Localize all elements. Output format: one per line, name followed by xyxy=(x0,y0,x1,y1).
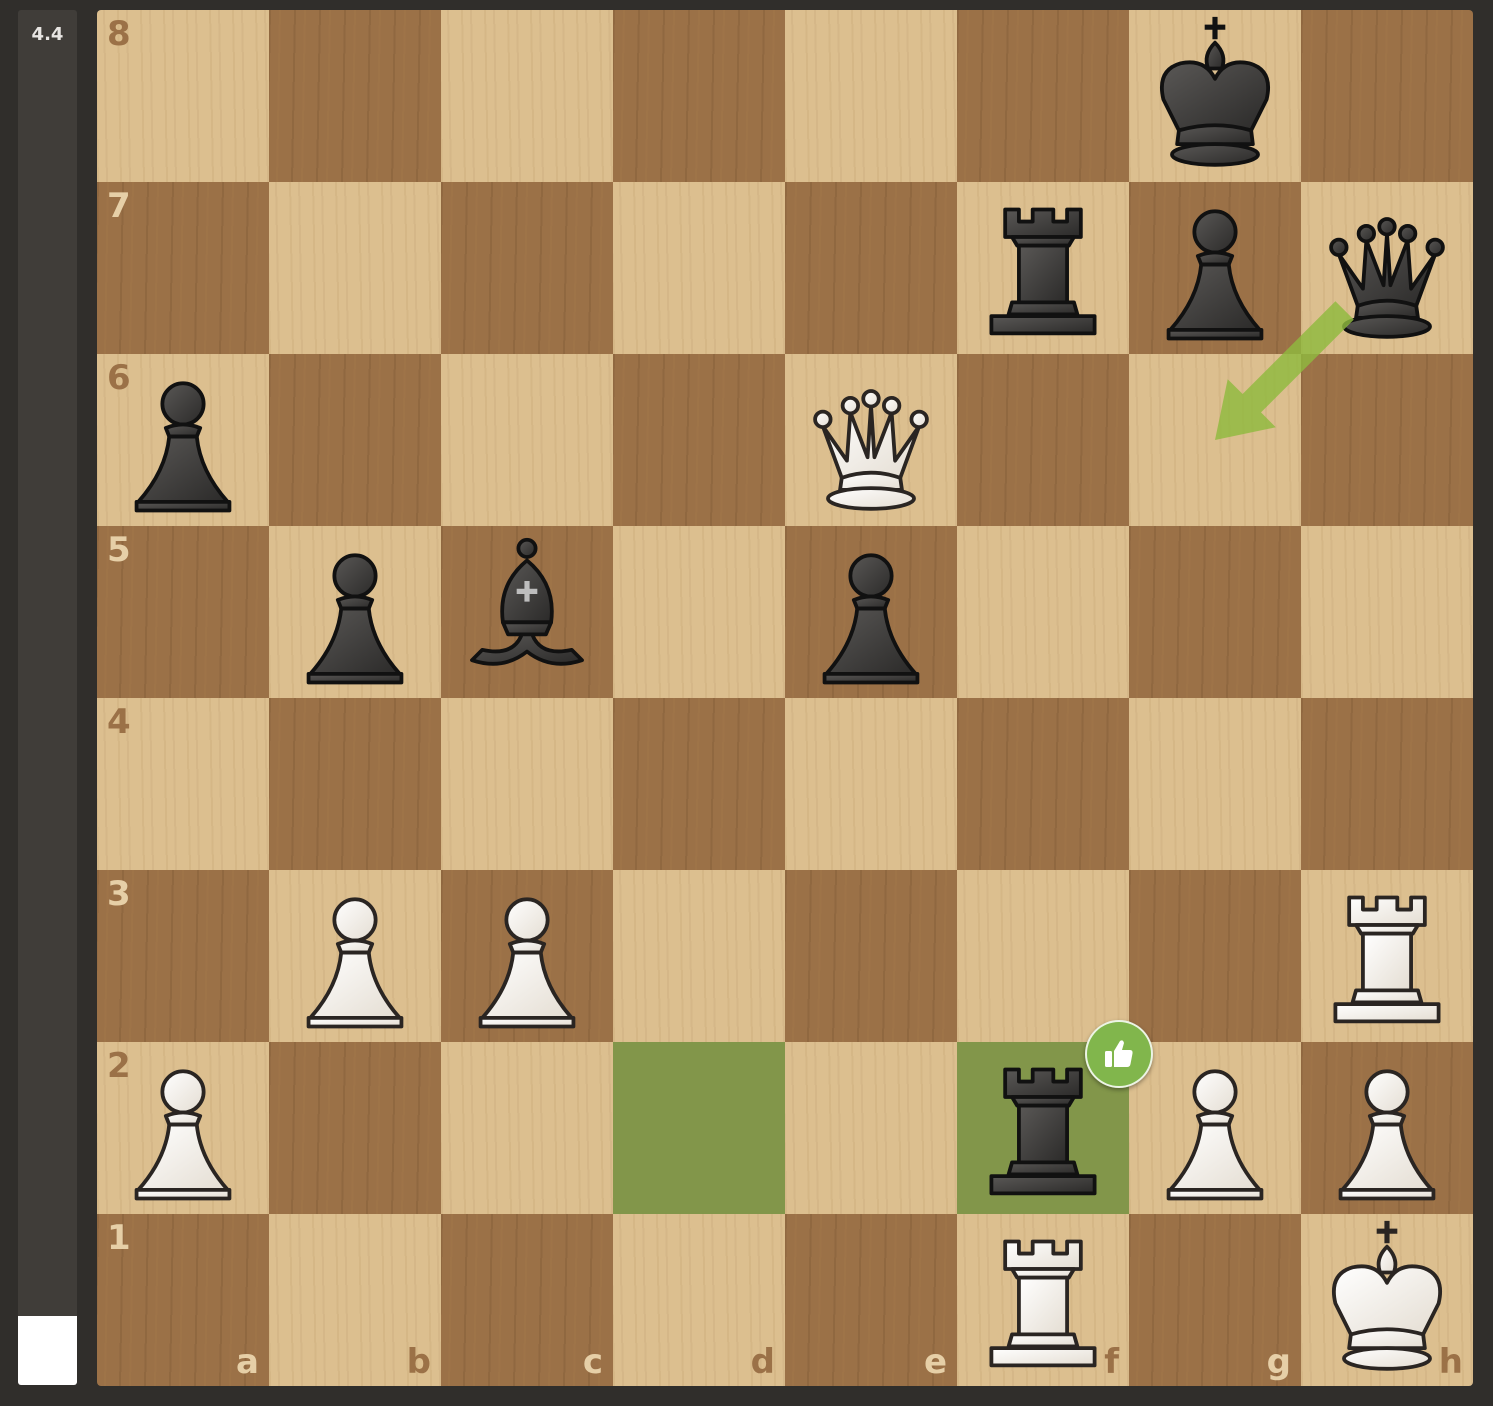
square-g1[interactable]: g xyxy=(1129,1214,1301,1386)
square-h4[interactable] xyxy=(1301,698,1473,870)
evaluation-bar-white-fill xyxy=(18,1316,77,1385)
white-king-h1[interactable] xyxy=(1301,1214,1473,1386)
white-pawn-b3[interactable] xyxy=(269,870,441,1042)
white-pawn-g2[interactable] xyxy=(1129,1042,1301,1214)
rank-label: 7 xyxy=(107,186,131,226)
chess-board[interactable]: 87654321abcdefgh xyxy=(97,10,1473,1386)
square-b6[interactable] xyxy=(269,354,441,526)
square-a5[interactable]: 5 xyxy=(97,526,269,698)
square-f4[interactable] xyxy=(957,698,1129,870)
good-move-badge xyxy=(1085,1020,1153,1088)
square-c1[interactable]: c xyxy=(441,1214,613,1386)
square-f6[interactable] xyxy=(957,354,1129,526)
evaluation-bar: 4.4 xyxy=(18,10,77,1385)
square-b8[interactable] xyxy=(269,10,441,182)
square-e8[interactable] xyxy=(785,10,957,182)
square-a1[interactable]: 1a xyxy=(97,1214,269,1386)
thumbs-up-icon xyxy=(1105,1040,1133,1067)
rank-label: 3 xyxy=(107,874,131,914)
square-a3[interactable]: 3 xyxy=(97,870,269,1042)
square-c4[interactable] xyxy=(441,698,613,870)
black-rook-f7[interactable] xyxy=(957,182,1129,354)
black-bishop-c5[interactable] xyxy=(441,526,613,698)
square-g6[interactable] xyxy=(1129,354,1301,526)
white-rook-f1[interactable] xyxy=(957,1214,1129,1386)
square-f5[interactable] xyxy=(957,526,1129,698)
square-e3[interactable] xyxy=(785,870,957,1042)
square-e4[interactable] xyxy=(785,698,957,870)
rank-label: 1 xyxy=(107,1218,131,1258)
white-pawn-h2[interactable] xyxy=(1301,1042,1473,1214)
black-king-g8[interactable] xyxy=(1129,10,1301,182)
file-label: b xyxy=(406,1342,431,1382)
white-pawn-a2[interactable] xyxy=(97,1042,269,1214)
evaluation-score: 4.4 xyxy=(31,24,64,45)
square-h5[interactable] xyxy=(1301,526,1473,698)
square-e1[interactable]: e xyxy=(785,1214,957,1386)
square-f8[interactable] xyxy=(957,10,1129,182)
square-d7[interactable] xyxy=(613,182,785,354)
rank-label: 4 xyxy=(107,702,131,742)
rank-label: 5 xyxy=(107,530,131,570)
square-b1[interactable]: b xyxy=(269,1214,441,1386)
square-h6[interactable] xyxy=(1301,354,1473,526)
square-b4[interactable] xyxy=(269,698,441,870)
square-d8[interactable] xyxy=(613,10,785,182)
square-c6[interactable] xyxy=(441,354,613,526)
square-a8[interactable]: 8 xyxy=(97,10,269,182)
square-b2[interactable] xyxy=(269,1042,441,1214)
black-pawn-g7[interactable] xyxy=(1129,182,1301,354)
file-label: g xyxy=(1266,1342,1291,1382)
file-label: d xyxy=(750,1342,775,1382)
square-e2[interactable] xyxy=(785,1042,957,1214)
file-label: e xyxy=(923,1342,947,1382)
square-c8[interactable] xyxy=(441,10,613,182)
square-d2[interactable] xyxy=(613,1042,785,1214)
black-pawn-e5[interactable] xyxy=(785,526,957,698)
square-f3[interactable] xyxy=(957,870,1129,1042)
white-queen-e6[interactable] xyxy=(785,354,957,526)
file-label: c xyxy=(582,1342,603,1382)
square-c2[interactable] xyxy=(441,1042,613,1214)
white-pawn-c3[interactable] xyxy=(441,870,613,1042)
black-queen-h7[interactable] xyxy=(1301,182,1473,354)
rank-label: 8 xyxy=(107,14,131,54)
white-rook-h3[interactable] xyxy=(1301,870,1473,1042)
file-label: a xyxy=(236,1342,259,1382)
black-pawn-b5[interactable] xyxy=(269,526,441,698)
square-d1[interactable]: d xyxy=(613,1214,785,1386)
square-c7[interactable] xyxy=(441,182,613,354)
square-a7[interactable]: 7 xyxy=(97,182,269,354)
black-pawn-a6[interactable] xyxy=(97,354,269,526)
square-d3[interactable] xyxy=(613,870,785,1042)
square-g3[interactable] xyxy=(1129,870,1301,1042)
square-a4[interactable]: 4 xyxy=(97,698,269,870)
square-h8[interactable] xyxy=(1301,10,1473,182)
square-g4[interactable] xyxy=(1129,698,1301,870)
square-b7[interactable] xyxy=(269,182,441,354)
square-d6[interactable] xyxy=(613,354,785,526)
square-d5[interactable] xyxy=(613,526,785,698)
square-e7[interactable] xyxy=(785,182,957,354)
square-d4[interactable] xyxy=(613,698,785,870)
square-g5[interactable] xyxy=(1129,526,1301,698)
